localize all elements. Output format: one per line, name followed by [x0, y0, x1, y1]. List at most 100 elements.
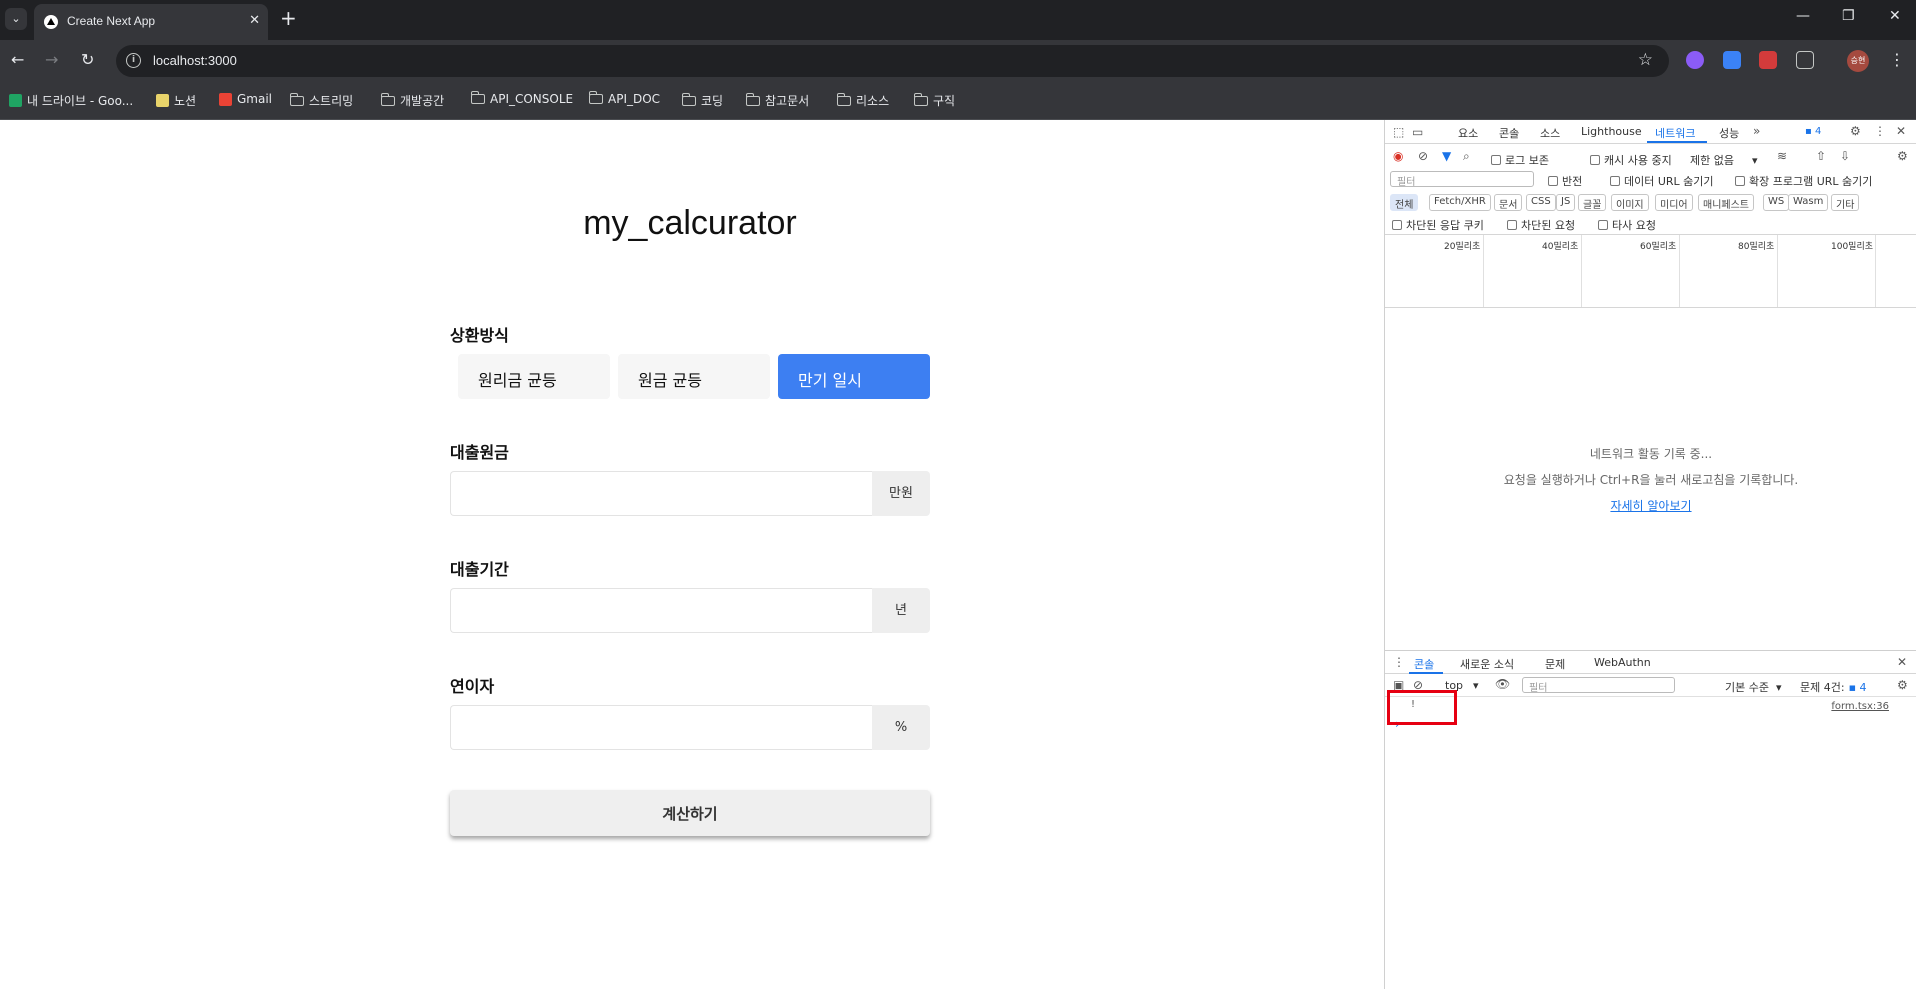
filter-chip-media[interactable]: 미디어: [1655, 194, 1693, 211]
tab-sources[interactable]: 소스: [1540, 125, 1560, 141]
network-conditions-icon[interactable]: ≋: [1777, 149, 1787, 163]
throttling-select[interactable]: 제한 없음 ▾: [1690, 152, 1758, 168]
extension-icon[interactable]: [1759, 51, 1777, 69]
blocked-requests-checkbox[interactable]: 차단된 요청: [1507, 217, 1575, 233]
network-instruction-message: 요청을 실행하거나 Ctrl+R을 눌러 새로고침을 기록합니다.: [1503, 473, 1799, 487]
period-input[interactable]: [450, 588, 872, 633]
filter-chip-js[interactable]: JS: [1556, 194, 1576, 211]
hide-extension-urls-checkbox[interactable]: 확장 프로그램 URL 숨기기: [1735, 173, 1872, 189]
inspect-icon[interactable]: ⬚: [1393, 125, 1404, 139]
devtools-menu-icon[interactable]: ⋮: [1874, 124, 1886, 138]
bookmark-notion[interactable]: 노션: [156, 92, 196, 109]
network-filter-input[interactable]: 필터: [1390, 171, 1534, 188]
bookmark-folder[interactable]: 참고문서: [745, 92, 809, 109]
new-tab-icon[interactable]: +: [280, 6, 297, 30]
blocked-cookies-checkbox[interactable]: 차단된 응답 쿠키: [1392, 217, 1484, 233]
drawer-tab-whats-new[interactable]: 새로운 소식: [1460, 656, 1514, 672]
tab-search-icon[interactable]: ⌄: [5, 8, 27, 30]
filter-chip-css[interactable]: CSS: [1526, 194, 1556, 211]
console-settings-icon[interactable]: ⚙: [1897, 678, 1908, 692]
hide-data-urls-checkbox[interactable]: 데이터 URL 숨기기: [1610, 173, 1714, 189]
reload-icon[interactable]: ↻: [81, 50, 94, 69]
filter-icon[interactable]: ▼: [1442, 149, 1451, 163]
timeline-gridline: [1679, 235, 1680, 307]
drawer-tab-webauthn[interactable]: WebAuthn: [1594, 656, 1651, 669]
tab-network[interactable]: 네트워크: [1655, 125, 1695, 141]
filter-chip-doc[interactable]: 문서: [1494, 194, 1523, 211]
drawer-close-icon[interactable]: ✕: [1897, 655, 1907, 669]
filter-chip-img[interactable]: 이미지: [1611, 194, 1649, 211]
window-close-icon[interactable]: ✕: [1889, 8, 1901, 24]
drawer-menu-icon[interactable]: ⋮: [1393, 655, 1405, 669]
tab-performance[interactable]: 성능: [1719, 125, 1739, 141]
clear-icon[interactable]: ⊘: [1418, 149, 1428, 163]
console-log-entry[interactable]: ! form.tsx:36: [1385, 697, 1916, 717]
learn-more-link[interactable]: 자세히 알아보기: [1610, 499, 1691, 513]
search-icon[interactable]: ⌕: [1463, 149, 1470, 164]
filter-chip-wasm[interactable]: Wasm: [1788, 194, 1829, 211]
restore-icon[interactable]: ❐: [1842, 8, 1855, 24]
bookmark-folder[interactable]: 코딩: [681, 92, 723, 109]
issues-badge[interactable]: ▪ 4: [1805, 126, 1821, 137]
calculate-button[interactable]: 계산하기: [450, 790, 930, 836]
settings-icon[interactable]: ⚙: [1850, 124, 1861, 138]
bookmark-folder[interactable]: API_CONSOLE: [470, 91, 573, 106]
filter-chip-other[interactable]: 기타: [1831, 194, 1860, 211]
tab-lighthouse[interactable]: Lighthouse: [1581, 125, 1642, 138]
tab-elements[interactable]: 요소: [1458, 125, 1478, 141]
principal-input[interactable]: [450, 471, 872, 516]
preserve-log-checkbox[interactable]: 로그 보존: [1491, 152, 1549, 168]
third-party-checkbox[interactable]: 타사 요청: [1598, 217, 1656, 233]
console-issues-counter[interactable]: 문제 4건: ▪ 4: [1800, 679, 1867, 695]
filter-chip-fetch[interactable]: Fetch/XHR: [1429, 194, 1491, 211]
export-har-icon[interactable]: ⇩: [1840, 149, 1850, 163]
record-icon[interactable]: ◉: [1393, 149, 1403, 163]
extension-icon[interactable]: [1723, 51, 1741, 69]
drawer-tab-console[interactable]: 콘솔: [1414, 656, 1434, 672]
log-levels-select[interactable]: 기본 수준 ▾: [1725, 679, 1782, 695]
bookmark-drive[interactable]: 내 드라이브 - Goo...: [9, 92, 133, 109]
console-filter-input[interactable]: 필터: [1522, 677, 1675, 694]
device-toggle-icon[interactable]: ▭: [1412, 125, 1423, 139]
drawer-tab-issues[interactable]: 문제: [1545, 656, 1565, 672]
menu-kebab-icon[interactable]: ⋮: [1889, 50, 1905, 69]
invert-checkbox[interactable]: 반전: [1548, 173, 1582, 189]
import-har-icon[interactable]: ⇧: [1816, 149, 1826, 163]
option-equal-payment[interactable]: 원리금 균등: [458, 354, 610, 399]
network-settings-icon[interactable]: ⚙: [1897, 149, 1908, 163]
devtools-close-icon[interactable]: ✕: [1896, 124, 1906, 138]
url-text[interactable]: localhost:3000: [153, 53, 237, 68]
address-bar[interactable]: i localhost:3000 ☆: [116, 45, 1669, 77]
profile-avatar[interactable]: 승현: [1847, 50, 1869, 72]
extension-icon[interactable]: [1686, 51, 1704, 69]
network-timeline-overview[interactable]: 20밀리초 40밀리초 60밀리초 80밀리초 100밀리초: [1385, 234, 1916, 308]
bookmark-folder[interactable]: 리소스: [836, 92, 889, 109]
option-bullet[interactable]: 만기 일시: [778, 354, 930, 399]
console-source-link[interactable]: form.tsx:36: [1831, 701, 1889, 712]
option-equal-principal[interactable]: 원금 균등: [618, 354, 770, 399]
tab-strip: ⌄ Create Next App ✕ + — ❐ ✕: [0, 0, 1916, 40]
disable-cache-checkbox[interactable]: 캐시 사용 중지: [1590, 152, 1672, 168]
live-expression-eye-icon[interactable]: 👁: [1495, 677, 1510, 691]
back-icon[interactable]: ←: [11, 50, 24, 69]
more-tabs-icon[interactable]: »: [1753, 124, 1760, 138]
bookmark-star-icon[interactable]: ☆: [1638, 50, 1653, 70]
tab-close-icon[interactable]: ✕: [249, 13, 260, 28]
forward-icon[interactable]: →: [45, 50, 58, 69]
filter-chip-font[interactable]: 글꼴: [1578, 194, 1607, 211]
site-info-icon[interactable]: i: [126, 53, 141, 68]
filter-chip-ws[interactable]: WS: [1763, 194, 1790, 211]
extensions-puzzle-icon[interactable]: [1796, 51, 1814, 69]
rate-input[interactable]: [450, 705, 872, 750]
filter-chip-manifest[interactable]: 매니페스트: [1698, 194, 1754, 211]
bookmark-folder[interactable]: 개발공간: [380, 92, 444, 109]
folder-icon: [380, 92, 395, 106]
bookmark-folder[interactable]: 구직: [913, 92, 955, 109]
minimize-icon[interactable]: —: [1796, 8, 1810, 24]
bookmark-gmail[interactable]: Gmail: [219, 92, 272, 106]
bookmark-folder[interactable]: 스트리밍: [289, 92, 353, 109]
browser-tab[interactable]: Create Next App ✕: [34, 4, 268, 40]
tab-console[interactable]: 콘솔: [1499, 125, 1519, 141]
bookmark-folder[interactable]: API_DOC: [588, 91, 660, 106]
filter-chip-all[interactable]: 전체: [1390, 194, 1419, 211]
